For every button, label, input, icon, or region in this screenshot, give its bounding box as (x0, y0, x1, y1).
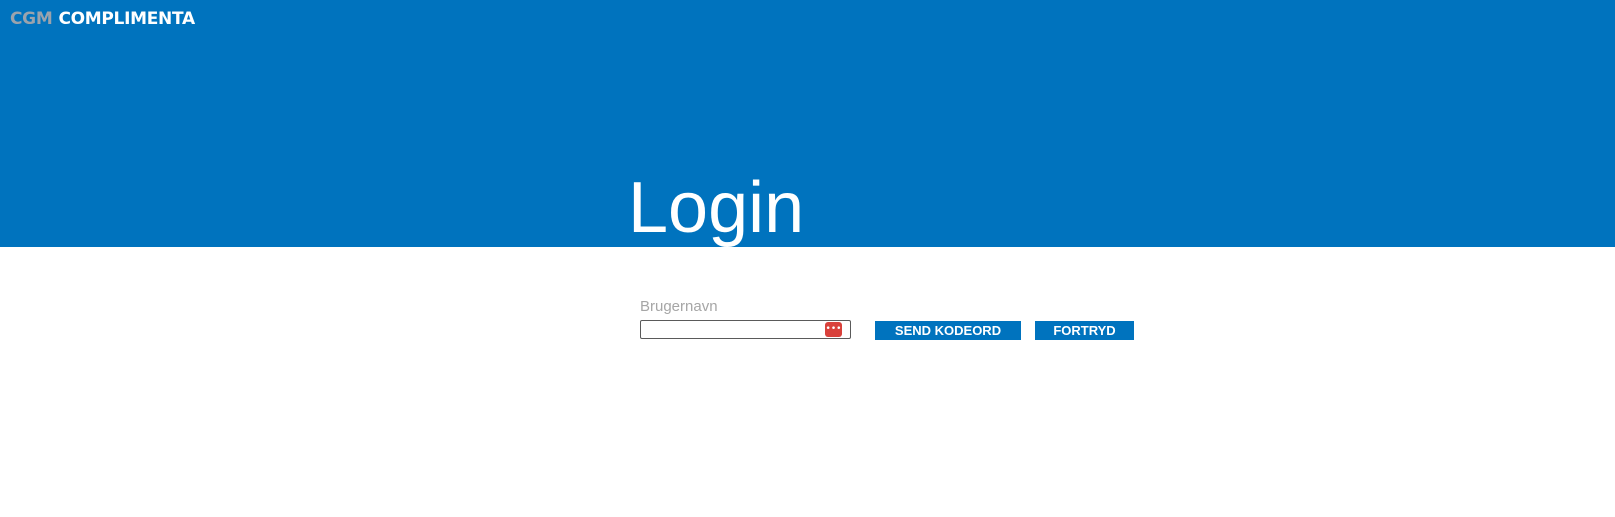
header-banner: CGM COMPLIMENTA Login (0, 0, 1615, 248)
cgm-logo: CGM COMPLIMENTA (10, 9, 195, 29)
page-title: Login (628, 168, 805, 248)
send-password-button[interactable]: SEND KODEORD (875, 321, 1021, 340)
username-input[interactable] (643, 321, 827, 338)
cancel-button[interactable]: FORTRYD (1035, 321, 1134, 340)
username-field-wrapper[interactable]: ••• (640, 320, 851, 339)
logo-text-complimenta: COMPLIMENTA (58, 9, 195, 29)
logo-text-cgm: CGM (10, 9, 53, 29)
username-label: Brugernavn (640, 298, 718, 315)
password-manager-icon[interactable]: ••• (825, 322, 842, 337)
